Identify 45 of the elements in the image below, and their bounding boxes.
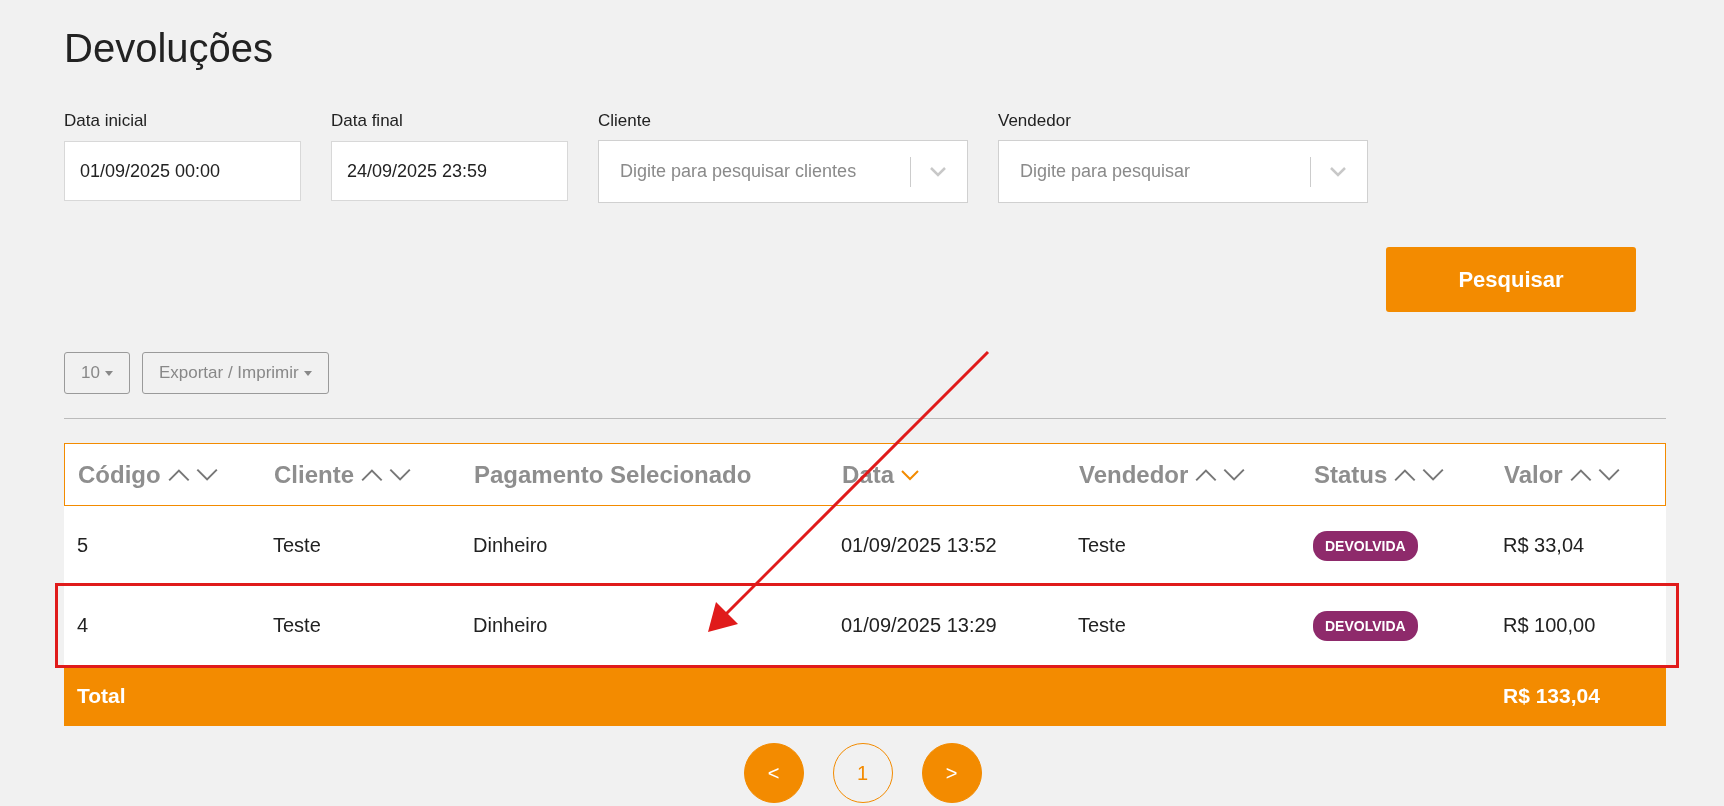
column-header: Pagamento Selecionado xyxy=(474,460,752,489)
sort-icon[interactable] xyxy=(1194,466,1247,483)
export-dropdown[interactable]: Exportar / Imprimir xyxy=(141,352,329,394)
column-header[interactable]: Vendedor xyxy=(1079,460,1189,489)
select-field[interactable]: Digite para pesquisar xyxy=(998,140,1368,203)
total-value: R$ 133,04 xyxy=(1502,684,1600,708)
search-button[interactable]: Pesquisar xyxy=(1386,247,1636,312)
status-badge: DEVOLVIDA xyxy=(1313,530,1418,561)
table-cell-text: 4 xyxy=(76,614,89,637)
table-cell-text: R$ 100,00 xyxy=(1502,614,1596,637)
table-cell-text: Teste xyxy=(1077,534,1126,557)
caret-icon xyxy=(303,370,312,376)
caret-icon xyxy=(104,370,113,376)
table-cell-text: 01/09/2025 13:29 xyxy=(840,614,997,637)
previous-page-button[interactable]: < xyxy=(743,743,804,803)
field-label: Data inicial xyxy=(64,111,148,131)
select-field[interactable]: Digite para pesquisar clientes xyxy=(598,140,968,203)
column-header[interactable]: Código xyxy=(78,460,161,489)
column-header[interactable]: Status xyxy=(1314,460,1388,489)
next-page-button[interactable]: > xyxy=(921,743,982,803)
field-label: Vendedor xyxy=(998,111,1071,131)
date-field[interactable]: 24/09/2025 23:59 xyxy=(331,141,568,201)
table-cell-text: Teste xyxy=(272,614,321,637)
select-search-input[interactable]: Digite para pesquisar clientes xyxy=(618,160,910,183)
field-label: Cliente xyxy=(598,111,651,131)
page-size-dropdown[interactable]: 10 xyxy=(64,352,130,394)
table-cell-text: Dinheiro xyxy=(472,534,548,557)
table-cell-text: R$ 33,04 xyxy=(1502,534,1585,557)
sort-icon[interactable] xyxy=(1568,466,1621,483)
table-cell-text: 5 xyxy=(76,534,89,557)
sort-icon[interactable] xyxy=(360,466,412,483)
column-header[interactable]: Cliente xyxy=(274,460,354,489)
table-cell-text: Teste xyxy=(1077,614,1126,637)
status-badge: DEVOLVIDA xyxy=(1313,610,1418,641)
table-cell-text: Teste xyxy=(272,534,321,557)
select-search-input[interactable]: Digite para pesquisar xyxy=(1018,160,1310,183)
field-label: Data final xyxy=(331,111,403,131)
table-cell-text: Dinheiro xyxy=(472,614,548,637)
table-cell-text: 01/09/2025 13:52 xyxy=(840,534,997,557)
sort-icon[interactable] xyxy=(166,466,219,483)
column-header[interactable]: Valor xyxy=(1504,460,1563,489)
date-field[interactable]: 01/09/2025 00:00 xyxy=(64,141,301,201)
sort-icon[interactable] xyxy=(1393,466,1446,483)
page-title: Devoluções xyxy=(64,25,273,72)
total-label: Total xyxy=(76,684,126,708)
